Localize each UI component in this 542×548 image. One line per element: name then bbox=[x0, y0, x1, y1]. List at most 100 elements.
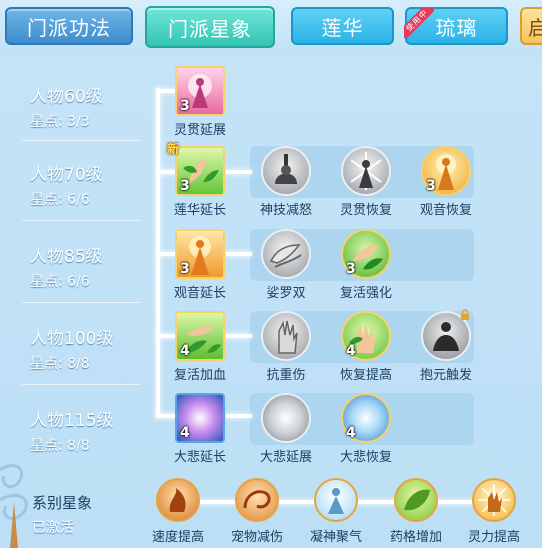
meditating-figure-icon bbox=[421, 309, 471, 361]
skill-level: 4 bbox=[346, 343, 356, 359]
tier-points: 星点: 6/6 bbox=[30, 192, 90, 208]
tab-extra[interactable]: 启 bbox=[520, 7, 542, 45]
hands-icon bbox=[261, 229, 311, 279]
tier-title: 人物85级 bbox=[30, 247, 103, 267]
skill-divine-rage-reduce[interactable]: 神技减怒 bbox=[248, 146, 324, 218]
tier-60: 人物60级 星点: 3/3 bbox=[30, 82, 150, 131]
tier-70: 人物70级 星点: 6/6 bbox=[30, 160, 150, 209]
tab-lotus[interactable]: 莲华 bbox=[291, 7, 394, 45]
tier-title: 人物115级 bbox=[30, 411, 114, 431]
meditating-figure-icon: 3 bbox=[175, 66, 225, 116]
skill-name: 药格增加 bbox=[389, 530, 442, 545]
bell-icon bbox=[261, 146, 311, 196]
skill-dabei-recover[interactable]: 4 大悲恢复 bbox=[328, 393, 404, 465]
skill-name: 莲华延长 bbox=[173, 203, 226, 218]
tier-title: 人物60级 bbox=[30, 87, 103, 107]
skill-level: 3 bbox=[180, 98, 190, 114]
divider bbox=[22, 302, 140, 303]
hand-leaf-icon: 4 bbox=[341, 311, 391, 361]
tab-glaze[interactable]: 使用中 琉璃 bbox=[404, 7, 508, 45]
skill-level: 3 bbox=[180, 178, 190, 194]
tab-label: 启 bbox=[528, 15, 542, 40]
skill-lingguan-recover[interactable]: 灵贯恢复 bbox=[328, 146, 404, 218]
series-skill-focus-qi[interactable]: 凝神聚气 bbox=[304, 478, 368, 545]
skill-name: 复活加血 bbox=[173, 368, 226, 383]
tab-sect-constellation[interactable]: 门派星象 bbox=[145, 6, 275, 48]
skill-level: 4 bbox=[180, 343, 190, 359]
skill-name: 灵贯延展 bbox=[173, 123, 226, 138]
skill-dabei-extend[interactable]: 4 大悲延长 bbox=[162, 393, 238, 465]
skill-name: 抱元触发 bbox=[419, 368, 472, 383]
series-skill-speed[interactable]: 速度提高 bbox=[146, 478, 210, 545]
tier-points: 星点: 8/8 bbox=[30, 438, 90, 454]
constellation-panel bbox=[0, 58, 542, 548]
guanyin-icon: 3 bbox=[421, 146, 471, 196]
skill-name: 大悲延长 bbox=[173, 450, 226, 465]
guanyin-icon: 3 bbox=[175, 229, 225, 279]
tier-title: 人物100级 bbox=[30, 329, 114, 349]
skill-baoyuan-trigger[interactable]: 抱元触发 bbox=[408, 309, 484, 383]
tab-label: 门派星象 bbox=[168, 16, 252, 41]
skill-name: 大悲恢复 bbox=[339, 450, 392, 465]
skill-level: 3 bbox=[180, 261, 190, 277]
swirl-icon bbox=[235, 478, 279, 522]
series-skill-pet-damage-reduce[interactable]: 宠物减伤 bbox=[225, 478, 289, 545]
skill-guanyin-recover[interactable]: 3 观音恢复 bbox=[408, 146, 484, 218]
skill-revive-heal[interactable]: 4 复活加血 bbox=[162, 311, 238, 383]
divider bbox=[22, 220, 140, 221]
skill-name: 观音恢复 bbox=[419, 203, 472, 218]
skill-anti-injury[interactable]: 抗重伤 bbox=[248, 311, 324, 383]
skill-recover-boost[interactable]: 4 恢复提高 bbox=[328, 311, 404, 383]
tab-label: 琉璃 bbox=[435, 15, 478, 40]
skill-name: 灵力提高 bbox=[467, 530, 520, 545]
skill-name: 凝神聚气 bbox=[309, 530, 362, 545]
radiant-hand-icon bbox=[472, 478, 516, 522]
divider bbox=[22, 140, 140, 141]
skill-level: 4 bbox=[180, 425, 190, 441]
hand-leaf-icon: 新 3 bbox=[167, 142, 225, 196]
skill-name: 速度提高 bbox=[151, 530, 204, 545]
skill-lotus-extend[interactable]: 新 3 莲华延长 bbox=[162, 142, 238, 218]
skill-lingguan-extend[interactable]: 3 灵贯延展 bbox=[162, 66, 238, 138]
skill-name: 观音延长 bbox=[173, 286, 226, 301]
skill-name: 神技减怒 bbox=[259, 203, 312, 218]
tier-115: 人物115级 星点: 8/8 bbox=[30, 406, 150, 455]
skill-level: 4 bbox=[346, 425, 356, 441]
skill-revive-enhance[interactable]: 3 复活强化 bbox=[328, 229, 404, 301]
series-skill-medicine[interactable]: 药格增加 bbox=[384, 478, 448, 545]
skill-sala-twin[interactable]: 娑罗双 bbox=[248, 229, 324, 301]
top-tab-bar: 门派功法 门派星象 莲华 使用中 琉璃 启 bbox=[0, 0, 542, 56]
series-title: 系别星象 bbox=[32, 494, 93, 512]
tab-label: 门派功法 bbox=[27, 15, 111, 40]
orb-icon: 4 bbox=[341, 393, 391, 443]
tier-points: 星点: 6/6 bbox=[30, 274, 90, 290]
in-use-label: 使用中 bbox=[404, 8, 434, 38]
leaf-icon bbox=[394, 478, 438, 522]
lock-icon bbox=[461, 309, 469, 320]
series-constellation-label: 系别星象 已激活 bbox=[32, 492, 92, 537]
flame-icon bbox=[156, 478, 200, 522]
tier-points: 星点: 8/8 bbox=[30, 356, 90, 372]
in-use-ribbon: 使用中 bbox=[404, 8, 434, 38]
skill-name: 娑罗双 bbox=[266, 286, 306, 301]
skill-guanyin-extend[interactable]: 3 观音延长 bbox=[162, 229, 238, 301]
skill-level: 3 bbox=[426, 178, 436, 194]
tier-points: 星点: 3/3 bbox=[30, 114, 90, 130]
series-skill-spirit-boost[interactable]: 灵力提高 bbox=[462, 478, 526, 545]
skill-name: 大悲延展 bbox=[259, 450, 312, 465]
tab-label: 莲华 bbox=[321, 15, 364, 40]
open-hand-icon bbox=[261, 311, 311, 361]
radiant-figure-icon bbox=[341, 146, 391, 196]
tab-sect-skills[interactable]: 门派功法 bbox=[5, 7, 133, 45]
skill-dabei-expand[interactable]: 大悲延展 bbox=[248, 393, 324, 465]
tier-title: 人物70级 bbox=[30, 165, 103, 185]
hand-leaf-icon: 4 bbox=[175, 311, 225, 361]
new-badge: 新 bbox=[167, 142, 180, 156]
skill-name: 宠物减伤 bbox=[230, 530, 283, 545]
figure-icon bbox=[314, 478, 358, 522]
tier-100: 人物100级 星点: 8/8 bbox=[30, 324, 150, 373]
orb-icon bbox=[261, 393, 311, 443]
skill-name: 灵贯恢复 bbox=[339, 203, 392, 218]
orb-icon: 4 bbox=[175, 393, 225, 443]
tier-85: 人物85级 星点: 6/6 bbox=[30, 242, 150, 291]
